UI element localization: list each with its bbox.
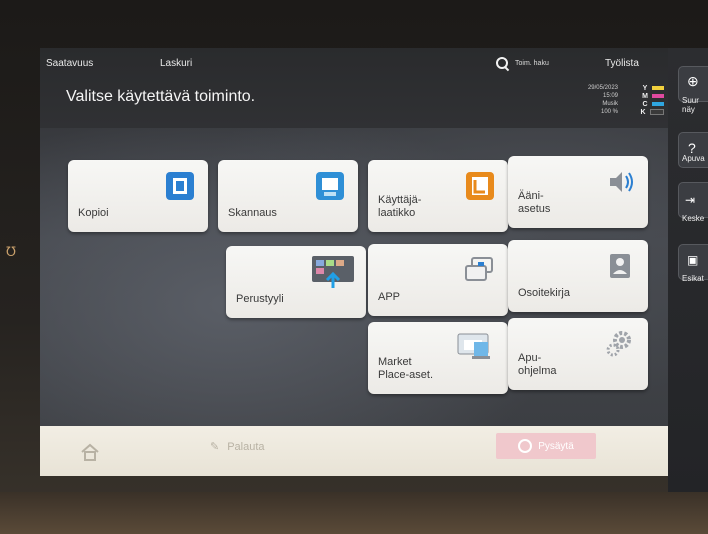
- home-icon[interactable]: [80, 443, 100, 461]
- side-label: Esikat: [682, 274, 704, 283]
- tile-label: Osoitekirja: [518, 287, 570, 299]
- top-bar: Saatavuus Laskuri Toim. haku Työlista Va…: [40, 48, 668, 128]
- tile-label: Market Place-aset.: [378, 356, 434, 381]
- page-title: Valitse käytettävä toiminto.: [66, 88, 256, 105]
- address-book-icon: [602, 248, 638, 284]
- toner-bar-yellow: [652, 86, 664, 90]
- tile-label: Perustyyli: [236, 293, 284, 305]
- tile-address-book[interactable]: Osoitekirja: [508, 240, 648, 312]
- tile-label: Ääni- asetus: [518, 190, 551, 215]
- zoom-text: 100 %: [600, 109, 618, 115]
- basic-style-icon: [310, 254, 356, 290]
- gear-icon: [602, 326, 638, 362]
- tile-basic-style[interactable]: Perustyyli: [226, 246, 366, 318]
- search-icon: [495, 56, 509, 70]
- copy-icon: [162, 168, 198, 204]
- stop-label: Pysäytä: [538, 440, 574, 452]
- function-search[interactable]: Toim. haku: [495, 56, 549, 70]
- toner-letter: Y: [642, 84, 648, 92]
- tab-counter[interactable]: Laskuri: [160, 58, 192, 69]
- interrupt-icon: ⇥: [685, 193, 696, 207]
- status-text: 29/05/2023 15:09 Musik 100 %: [538, 84, 618, 116]
- tile-scan[interactable]: Skannaus: [218, 160, 358, 232]
- tile-label: Käyttäjä- laatikko: [378, 194, 422, 219]
- plus-icon: ⊕: [687, 73, 699, 89]
- user-box-icon: [462, 168, 498, 204]
- toner-row: M: [624, 92, 664, 100]
- tile-label: Kopioi: [78, 207, 109, 219]
- toner-levels: Y M C K: [624, 84, 664, 116]
- time-text: 15:09: [602, 93, 618, 99]
- tile-label: Skannaus: [228, 207, 277, 219]
- toner-letter: M: [642, 92, 648, 100]
- reset-label: Palauta: [227, 440, 265, 453]
- side-label: Keske: [682, 214, 705, 223]
- tile-utility[interactable]: Apu- ohjelma: [508, 318, 648, 390]
- preview-icon: ▣: [687, 253, 699, 267]
- logo-icon: ℧: [6, 244, 16, 259]
- side-label: Suur näy: [682, 96, 699, 114]
- toner-letter: K: [640, 108, 646, 116]
- mode-text: Musik: [602, 101, 618, 107]
- bottom-bar: ✎ Palauta Pysäytä: [40, 426, 668, 476]
- touch-screen: Saatavuus Laskuri Toim. haku Työlista Va…: [40, 48, 668, 476]
- device-bottom-edge: [0, 492, 708, 534]
- reset-button[interactable]: ✎ Palauta: [210, 440, 265, 454]
- toner-row: C: [624, 100, 664, 108]
- tile-marketplace-settings[interactable]: Market Place-aset.: [368, 322, 508, 394]
- stop-icon: [518, 439, 533, 453]
- job-list-button[interactable]: Työlista: [605, 58, 639, 69]
- interrupt-button[interactable]: ⇥: [678, 182, 708, 218]
- tab-availability[interactable]: Saatavuus: [46, 58, 93, 69]
- tile-sound-settings[interactable]: Ääni- asetus: [508, 156, 648, 228]
- toner-bar-magenta: [652, 94, 664, 98]
- toner-bar-black: [650, 109, 664, 115]
- search-label: Toim. haku: [515, 59, 549, 67]
- side-label: Apuva: [682, 154, 705, 163]
- marketplace-icon: [452, 330, 498, 366]
- app-icon: [462, 252, 498, 288]
- tile-app[interactable]: APP: [368, 244, 508, 316]
- speaker-icon: [602, 164, 638, 200]
- tile-user-box[interactable]: Käyttäjä- laatikko: [368, 160, 508, 232]
- toner-letter: C: [642, 100, 648, 108]
- toner-bar-cyan: [652, 102, 664, 106]
- right-side-panel: ⊕ Suur näy ? Apuva ⇥ Keske ▣ Esikat: [668, 48, 708, 492]
- tile-label: APP: [378, 291, 401, 303]
- scan-icon: [312, 168, 348, 204]
- date-text: 29/05/2023: [587, 85, 618, 91]
- pencil-icon: ✎: [210, 441, 220, 453]
- toner-row: Y: [624, 84, 664, 92]
- tile-copy[interactable]: Kopioi: [68, 160, 208, 232]
- toner-row: K: [624, 108, 664, 116]
- tile-label: Apu- ohjelma: [518, 352, 557, 377]
- stop-button[interactable]: Pysäytä: [496, 433, 596, 459]
